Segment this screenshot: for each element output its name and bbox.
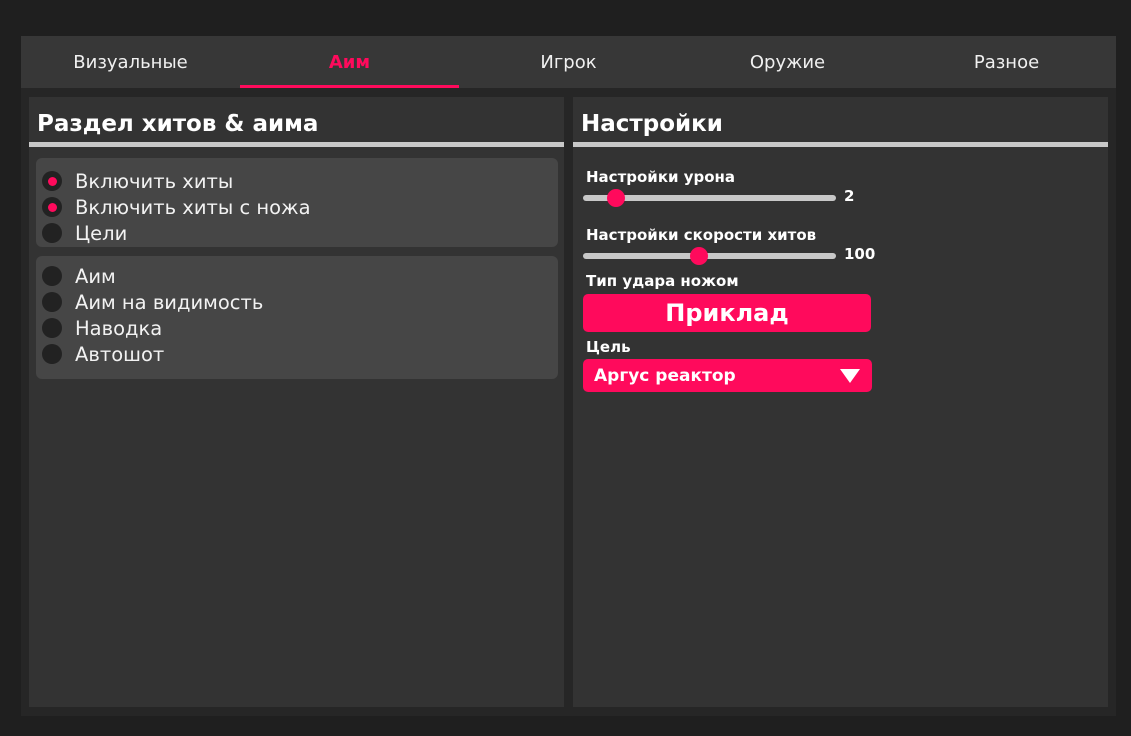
radio-icon[interactable] <box>42 197 62 217</box>
option-label: Аим на видимость <box>75 290 264 314</box>
option-targets[interactable]: Цели <box>36 220 558 246</box>
option-enable-hits[interactable]: Включить хиты <box>36 168 558 194</box>
target-label: Цель <box>586 338 631 356</box>
damage-slider[interactable] <box>583 189 836 207</box>
option-aim[interactable]: Аим <box>36 263 558 289</box>
option-autoshot[interactable]: Автошот <box>36 341 558 367</box>
option-label: Аим <box>75 264 116 288</box>
option-label: Цели <box>75 221 128 245</box>
radio-icon[interactable] <box>42 318 62 338</box>
hit-speed-value: 100 <box>844 245 876 263</box>
damage-value: 2 <box>844 187 855 205</box>
tab-bar: Визуальные Аим Игрок Оружие Разное <box>21 36 1116 88</box>
hit-speed-label: Настройки скорости хитов <box>586 226 817 244</box>
slider-knob[interactable] <box>606 189 625 207</box>
hits-aim-panel: Раздел хитов & аима Включить хиты Включи… <box>29 97 564 707</box>
tab-player[interactable]: Игрок <box>459 36 678 88</box>
option-aim-assist[interactable]: Наводка <box>36 315 558 341</box>
radio-icon[interactable] <box>42 266 62 286</box>
option-label: Включить хиты <box>75 169 234 193</box>
aim-group: Аим Аим на видимость Наводка Автошот <box>36 256 558 379</box>
settings-panel: Настройки Настройки урона 2 Настройки ск… <box>573 97 1108 707</box>
radio-icon[interactable] <box>42 171 62 191</box>
panel-title: Раздел хитов & аима <box>29 97 564 147</box>
radio-icon[interactable] <box>42 344 62 364</box>
slider-knob[interactable] <box>690 247 709 265</box>
option-enable-knife-hits[interactable]: Включить хиты с ножа <box>36 194 558 220</box>
radio-icon[interactable] <box>42 292 62 312</box>
hit-speed-slider[interactable] <box>583 247 836 265</box>
tab-misc[interactable]: Разное <box>897 36 1116 88</box>
option-label: Наводка <box>75 316 163 340</box>
hits-group: Включить хиты Включить хиты с ножа Цели <box>36 158 558 247</box>
menu-window: Визуальные Аим Игрок Оружие Разное Разде… <box>21 36 1116 716</box>
damage-label: Настройки урона <box>586 168 736 186</box>
option-label: Включить хиты с ножа <box>75 195 311 219</box>
knife-type-label: Тип удара ножом <box>586 272 739 290</box>
target-dropdown[interactable]: Аргус реактор <box>583 359 872 392</box>
tab-visuals[interactable]: Визуальные <box>21 36 240 88</box>
option-label: Автошот <box>75 342 165 366</box>
chevron-down-icon <box>840 368 860 383</box>
panel-title: Настройки <box>573 97 1108 147</box>
tab-aim[interactable]: Аим <box>240 36 459 88</box>
tab-weapons[interactable]: Оружие <box>678 36 897 88</box>
dropdown-selected: Аргус реактор <box>594 365 736 386</box>
option-aim-visible[interactable]: Аим на видимость <box>36 289 558 315</box>
radio-icon[interactable] <box>42 223 62 243</box>
knife-type-button[interactable]: Приклад <box>583 294 871 332</box>
